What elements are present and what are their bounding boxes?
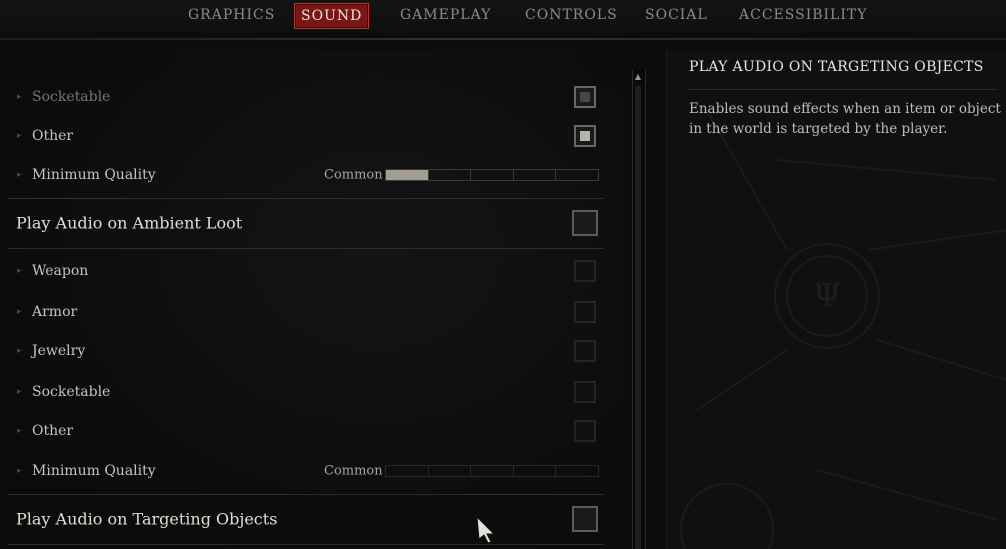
row-divider [8,494,604,495]
tab-gameplay[interactable]: GAMEPLAY [394,3,497,27]
other-checkbox[interactable] [574,420,596,442]
row-divider [8,198,604,199]
setting-row-targeting-objects[interactable]: Play Audio on Targeting Objects [0,504,610,534]
tab-accessibility[interactable]: ACCESSIBILITY [733,3,873,27]
setting-header-label: Play Audio on Targeting Objects [16,509,278,529]
setting-row-weapon[interactable]: ▸ Weapon [0,258,610,284]
setting-row-other[interactable]: ▸ Other [0,418,610,444]
socketable-checkbox[interactable] [574,86,596,108]
svg-text:Ψ: Ψ [813,276,841,314]
setting-row-ambient-loot[interactable]: Play Audio on Ambient Loot [0,208,610,238]
jewelry-checkbox[interactable] [574,340,596,362]
setting-row-minimum-quality: ▸ Minimum Quality Common [0,162,610,188]
setting-row-armor[interactable]: ▸ Armor [0,299,610,325]
slider-segment[interactable] [556,466,598,476]
minimum-quality-slider[interactable] [385,169,599,181]
socketable-checkbox[interactable] [574,381,596,403]
chevron-right-icon: ▸ [17,92,22,102]
slider-segment[interactable] [471,170,514,180]
row-divider [8,248,604,249]
minimum-quality-slider[interactable] [385,465,599,477]
setting-detail-panel: Ψ PLAY AUDIO ON TARGETING OBJECTS Enable… [666,50,1006,549]
setting-label: Socketable [32,384,111,400]
detail-description: Enables sound effects when an item or ob… [689,101,1001,137]
weapon-checkbox[interactable] [574,260,596,282]
slider-segment[interactable] [514,170,557,180]
tab-graphics[interactable]: GRAPHICS [182,3,281,27]
slider-segment[interactable] [556,170,598,180]
setting-label: Weapon [32,263,89,279]
setting-row-jewelry[interactable]: ▸ Jewelry [0,338,610,364]
mouse-cursor-icon [476,516,496,544]
tab-sound[interactable]: SOUND [294,3,370,29]
setting-label: Jewelry [32,343,86,359]
header-divider [0,38,1006,40]
row-divider [8,544,604,545]
setting-row-socketable[interactable]: ▸ Socketable [0,84,610,110]
setting-label: Other [32,423,74,439]
tab-controls[interactable]: CONTROLS [519,3,624,27]
detail-title: PLAY AUDIO ON TARGETING OBJECTS [689,59,984,75]
quality-value: Common [324,463,383,479]
chevron-right-icon: ▸ [17,466,22,476]
settings-tab-bar: GRAPHICS SOUND GAMEPLAY CONTROLS SOCIAL … [0,0,1006,32]
slider-segment[interactable] [514,466,557,476]
chevron-right-icon: ▸ [17,307,22,317]
chevron-right-icon: ▸ [17,131,22,141]
setting-label: Armor [32,304,78,320]
slider-segment[interactable] [471,466,514,476]
slider-segment[interactable] [429,170,472,180]
chevron-right-icon: ▸ [17,346,22,356]
setting-row-other[interactable]: ▸ Other [0,123,610,149]
chevron-right-icon: ▸ [17,426,22,436]
scroll-up-icon[interactable]: ▲ [633,72,643,82]
other-checkbox[interactable] [574,125,596,147]
chevron-right-icon: ▸ [17,170,22,180]
setting-label: Minimum Quality [32,463,156,479]
slider-segment[interactable] [386,170,429,180]
slider-segment[interactable] [386,466,429,476]
setting-label: Socketable [32,89,111,105]
setting-header-label: Play Audio on Ambient Loot [16,213,243,233]
scrollbar-thumb[interactable] [635,86,641,549]
quality-value: Common [324,167,383,183]
setting-label: Minimum Quality [32,167,156,183]
tab-social[interactable]: SOCIAL [639,3,714,27]
armor-checkbox[interactable] [574,301,596,323]
targeting-objects-checkbox[interactable] [572,506,598,532]
chevron-right-icon: ▸ [17,266,22,276]
setting-row-socketable[interactable]: ▸ Socketable [0,379,610,405]
chevron-right-icon: ▸ [17,387,22,397]
slider-segment[interactable] [429,466,472,476]
setting-row-minimum-quality: ▸ Minimum Quality Common [0,458,610,484]
detail-divider [689,89,997,90]
ambient-loot-checkbox[interactable] [572,210,598,236]
setting-label: Other [32,128,74,144]
